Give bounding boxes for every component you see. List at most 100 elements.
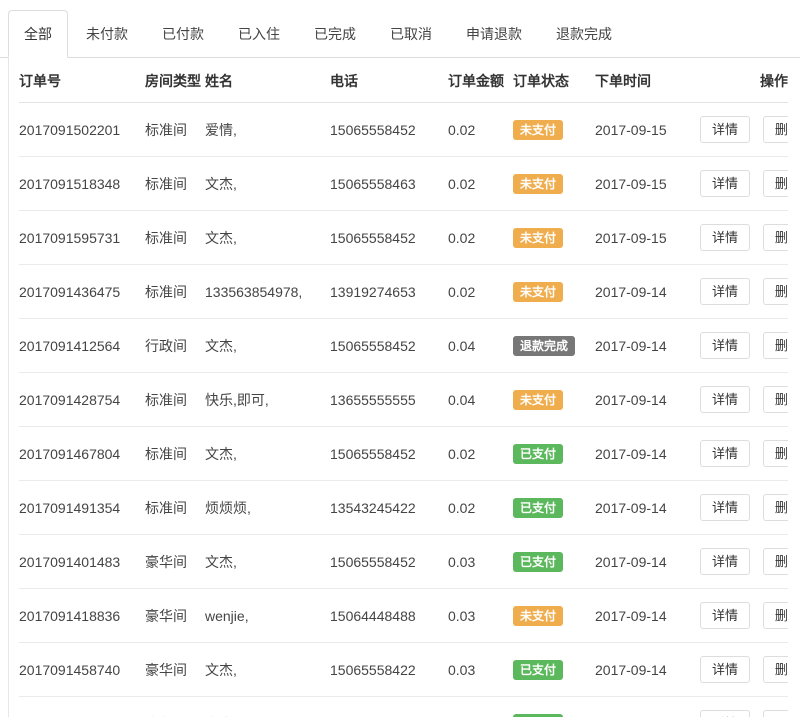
tab-refund-requested[interactable]: 申请退款	[450, 10, 538, 58]
amount-cell: 0.02	[448, 157, 513, 211]
delete-button[interactable]: 删	[763, 116, 788, 143]
order-number-cell: 2017091595731	[19, 211, 145, 265]
amount-cell: 0.02	[448, 265, 513, 319]
status-badge: 未支付	[513, 174, 563, 194]
order-date-cell: 2017-09-14	[595, 265, 700, 319]
phone-cell: 15065558452	[330, 427, 448, 481]
order-number-cell: 2017091518348	[19, 157, 145, 211]
tab-checked-in[interactable]: 已入住	[222, 10, 296, 58]
details-button[interactable]: 详情	[700, 170, 750, 197]
room-type-cell: 标准间	[145, 157, 205, 211]
room-type-cell: 豪华间	[145, 589, 205, 643]
guest-name-cell: 爱情,	[205, 103, 330, 157]
status-cell: 未支付	[513, 373, 595, 427]
tab-paid[interactable]: 已付款	[146, 10, 220, 58]
details-button[interactable]: 详情	[700, 116, 750, 143]
details-button[interactable]: 详情	[700, 332, 750, 359]
delete-button[interactable]: 删	[763, 386, 788, 413]
table-row: 2017091467804 标准间 文杰, 15065558452 0.02 已…	[19, 427, 788, 481]
delete-button[interactable]: 删	[763, 494, 788, 521]
actions-cell: 详情 删	[700, 697, 788, 717]
status-badge: 未支付	[513, 120, 563, 140]
tab-all[interactable]: 全部	[8, 10, 68, 58]
room-type-cell: 标准间	[145, 481, 205, 535]
amount-cell: 0.03	[448, 643, 513, 697]
column-header: 订单金额	[448, 58, 513, 103]
guest-name-cell: 文杰,	[205, 157, 330, 211]
amount-cell: 0.02	[448, 103, 513, 157]
status-cell: 已支付	[513, 427, 595, 481]
delete-button[interactable]: 删	[763, 440, 788, 467]
order-date-cell: 2017-09-14	[595, 697, 700, 717]
details-button[interactable]: 详情	[700, 278, 750, 305]
tab-refund-completed[interactable]: 退款完成	[540, 10, 628, 58]
table-row: 2017091436475 标准间 133563854978, 13919274…	[19, 265, 788, 319]
details-button[interactable]: 详情	[700, 548, 750, 575]
room-type-cell: 行政间	[145, 319, 205, 373]
tab-completed[interactable]: 已完成	[298, 10, 372, 58]
delete-button[interactable]: 删	[763, 656, 788, 683]
delete-button[interactable]: 删	[763, 548, 788, 575]
order-date-cell: 2017-09-15	[595, 157, 700, 211]
details-button[interactable]: 详情	[700, 494, 750, 521]
status-cell: 未支付	[513, 589, 595, 643]
table-row: 2017091428754 标准间 快乐,即可, 13655555555 0.0…	[19, 373, 788, 427]
status-cell: 未支付	[513, 157, 595, 211]
delete-button[interactable]: 删	[763, 332, 788, 359]
delete-button[interactable]: 删	[763, 602, 788, 629]
actions-cell: 详情 删	[700, 103, 788, 157]
details-button[interactable]: 详情	[700, 710, 750, 717]
status-cell: 已支付	[513, 481, 595, 535]
amount-cell: 0.02	[448, 211, 513, 265]
details-button[interactable]: 详情	[700, 602, 750, 629]
amount-cell: 0.04	[448, 319, 513, 373]
actions-cell: 详情 删	[700, 427, 788, 481]
order-number-cell: 2017091418836	[19, 589, 145, 643]
actions-cell: 详情 删	[700, 535, 788, 589]
phone-cell: 15065558452	[330, 211, 448, 265]
room-type-cell: 标准间	[145, 103, 205, 157]
order-number-cell: 2017091404815	[19, 697, 145, 717]
order-date-cell: 2017-09-15	[595, 103, 700, 157]
actions-cell: 详情 删	[700, 481, 788, 535]
delete-button[interactable]: 删	[763, 224, 788, 251]
details-button[interactable]: 详情	[700, 656, 750, 683]
amount-cell: 0.03	[448, 697, 513, 717]
table-row: 2017091412564 行政间 文杰, 15065558452 0.04 退…	[19, 319, 788, 373]
table-row: 2017091595731 标准间 文杰, 15065558452 0.02 未…	[19, 211, 788, 265]
delete-button[interactable]: 删	[763, 170, 788, 197]
order-number-cell: 2017091491354	[19, 481, 145, 535]
actions-cell: 详情 删	[700, 589, 788, 643]
order-date-cell: 2017-09-14	[595, 427, 700, 481]
table-row: 2017091502201 标准间 爱情, 15065558452 0.02 未…	[19, 103, 788, 157]
details-button[interactable]: 详情	[700, 386, 750, 413]
phone-cell: 13655555555	[330, 373, 448, 427]
room-type-cell: 标准间	[145, 373, 205, 427]
delete-button[interactable]: 删	[763, 710, 788, 717]
room-type-cell: 豪华间	[145, 535, 205, 589]
order-date-cell: 2017-09-14	[595, 319, 700, 373]
tab-unpaid[interactable]: 未付款	[70, 10, 144, 58]
actions-cell: 详情 删	[700, 319, 788, 373]
tab-cancelled[interactable]: 已取消	[374, 10, 448, 58]
phone-cell: 15065558422	[330, 643, 448, 697]
status-badge: 退款完成	[513, 336, 575, 356]
guest-name-cell: wenjie,	[205, 589, 330, 643]
amount-cell: 0.04	[448, 373, 513, 427]
guest-name-cell: 文杰,	[205, 697, 330, 717]
actions-cell: 详情 删	[700, 157, 788, 211]
delete-button[interactable]: 删	[763, 278, 788, 305]
details-button[interactable]: 详情	[700, 440, 750, 467]
status-badge: 已支付	[513, 552, 563, 572]
status-badge: 未支付	[513, 282, 563, 302]
status-cell: 退款完成	[513, 319, 595, 373]
orders-table: 订单号房间类型姓名电话订单金额订单状态下单时间操作 2017091502201 …	[19, 58, 788, 717]
actions-cell: 详情 删	[700, 265, 788, 319]
column-header: 操作	[700, 58, 788, 103]
order-number-cell: 2017091467804	[19, 427, 145, 481]
status-cell: 未支付	[513, 211, 595, 265]
column-header: 订单号	[19, 58, 145, 103]
tab-bar: 全部未付款已付款已入住已完成已取消申请退款退款完成	[0, 10, 800, 58]
details-button[interactable]: 详情	[700, 224, 750, 251]
phone-cell: 15065558452	[330, 535, 448, 589]
